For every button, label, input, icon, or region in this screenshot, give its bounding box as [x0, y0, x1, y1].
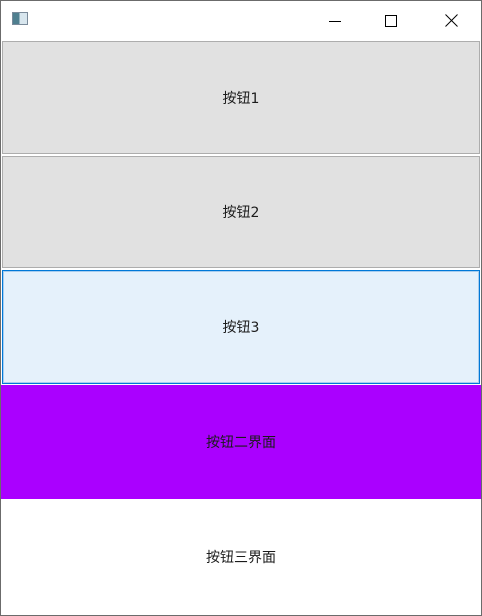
app-window: 按钮1 按钮2 按钮3 按钮二界面 按钮三界面	[0, 0, 482, 616]
app-window-icon	[12, 12, 28, 25]
button-2-label: 按钮2	[222, 205, 260, 221]
client-area: 按钮1 按钮2 按钮3 按钮二界面 按钮三界面	[1, 40, 481, 615]
maximize-button[interactable]	[368, 1, 414, 40]
button-3-label: 按钮3	[222, 320, 260, 336]
button-3[interactable]: 按钮3	[2, 270, 480, 384]
close-icon	[444, 14, 458, 27]
button-1[interactable]: 按钮1	[2, 41, 480, 154]
button-three-screen-button[interactable]: 按钮三界面	[1, 499, 481, 615]
button-two-screen-label: 按钮二界面	[206, 435, 276, 451]
maximize-icon	[385, 14, 397, 27]
button-three-screen-label: 按钮三界面	[206, 550, 276, 566]
close-button[interactable]	[428, 1, 474, 40]
button-two-screen-button[interactable]: 按钮二界面	[1, 385, 481, 499]
minimize-icon	[329, 20, 341, 22]
button-2[interactable]: 按钮2	[2, 156, 480, 268]
minimize-button[interactable]	[312, 1, 358, 40]
button-1-label: 按钮1	[222, 90, 260, 107]
title-bar[interactable]	[1, 1, 481, 40]
